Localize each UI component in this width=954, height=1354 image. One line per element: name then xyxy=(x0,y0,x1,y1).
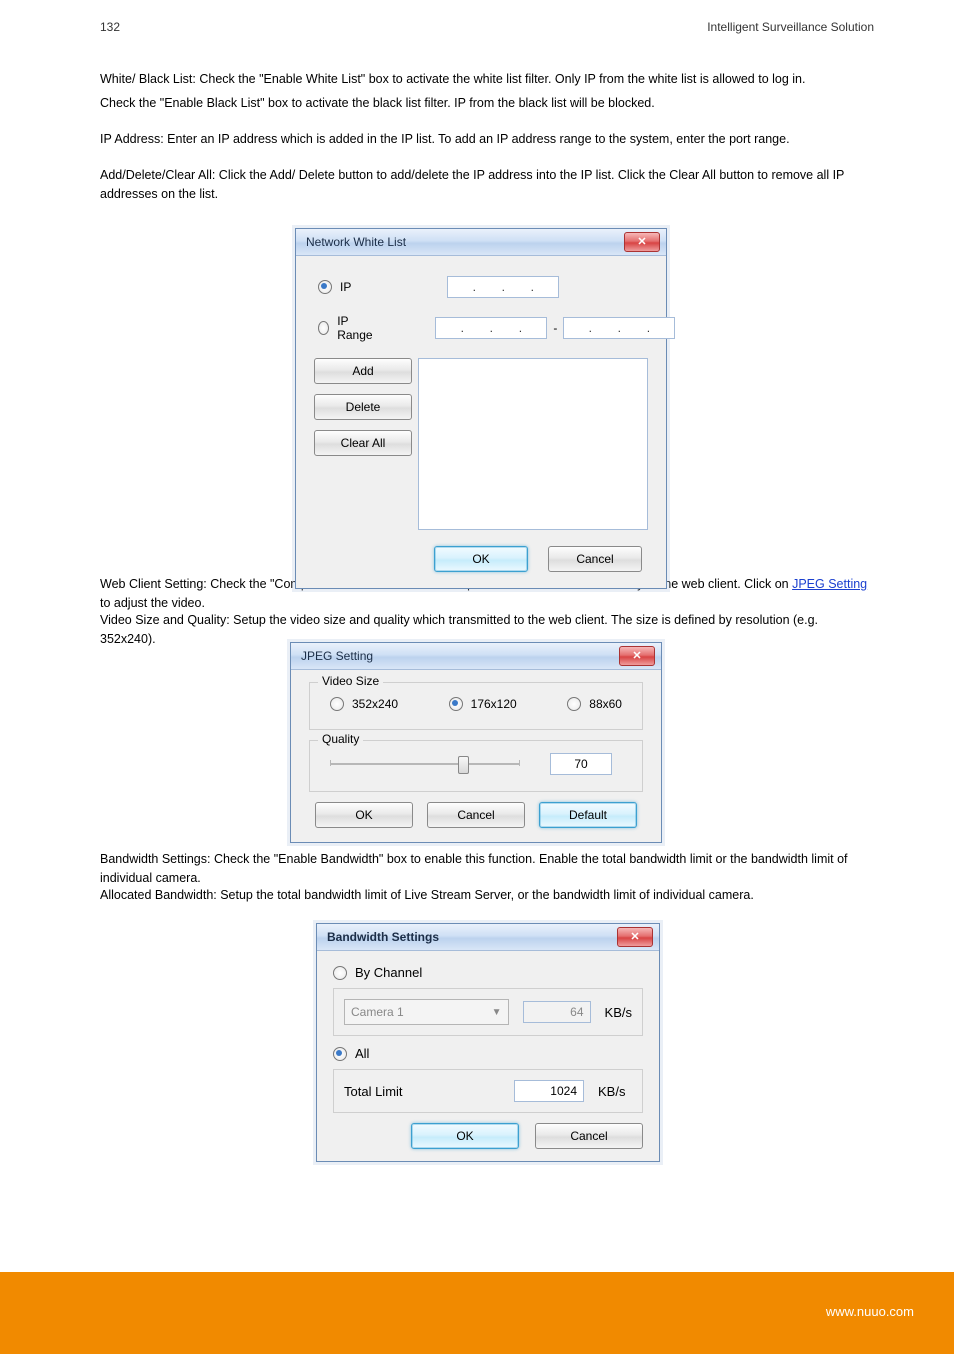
paragraph: White/ Black List: Check the "Enable Whi… xyxy=(100,70,874,89)
radio-icon xyxy=(330,697,344,711)
paragraph: Add/Delete/Clear All: Click the Add/ Del… xyxy=(100,166,874,204)
page-number: 132 xyxy=(100,20,120,34)
radio-label: IP Range xyxy=(337,314,375,342)
ip-radio[interactable]: IP xyxy=(318,280,351,294)
paragraph: Bandwidth Settings: Check the "Enable Ba… xyxy=(100,850,874,888)
by-channel-group: Camera 1 ▼ 64 KB/s xyxy=(333,988,643,1036)
close-icon[interactable]: ✕ xyxy=(617,927,653,947)
paragraph: Check the "Enable Black List" box to act… xyxy=(100,94,874,113)
by-channel-radio[interactable]: By Channel xyxy=(333,965,643,980)
close-icon[interactable]: ✕ xyxy=(624,232,660,252)
camera-select-value: Camera 1 xyxy=(351,1005,404,1019)
unit-label: KB/s xyxy=(598,1084,625,1099)
titlebar[interactable]: Network White List ✕ xyxy=(296,229,666,256)
size-352x240-radio[interactable]: 352x240 xyxy=(330,697,398,711)
paragraph-text: to adjust the video. xyxy=(100,596,205,610)
cancel-button[interactable]: Cancel xyxy=(548,546,642,572)
ok-button[interactable]: OK xyxy=(411,1123,519,1149)
default-button[interactable]: Default xyxy=(539,802,637,828)
all-radio[interactable]: All xyxy=(333,1046,643,1061)
radio-icon xyxy=(318,280,332,294)
bandwidth-settings-dialog: Bandwidth Settings ✕ By Channel Camera 1… xyxy=(316,923,660,1162)
ip-range-to-input[interactable]: ... xyxy=(563,317,675,339)
all-group: Total Limit 1024 KB/s xyxy=(333,1069,643,1113)
unit-label: KB/s xyxy=(605,1005,632,1020)
page-header: 132 Intelligent Surveillance Solution xyxy=(100,20,874,34)
radio-label: 88x60 xyxy=(589,697,622,711)
paragraph: IP Address: Enter an IP address which is… xyxy=(100,130,874,149)
channel-bandwidth-input[interactable]: 64 xyxy=(523,1001,591,1023)
total-limit-label: Total Limit xyxy=(344,1084,500,1099)
radio-label: All xyxy=(355,1046,369,1061)
network-white-list-dialog: Network White List ✕ IP . . . IP Range xyxy=(295,228,667,589)
total-bandwidth-input[interactable]: 1024 xyxy=(514,1080,584,1102)
video-size-group: Video Size 352x240 176x120 88x60 xyxy=(309,682,643,730)
jpeg-setting-link[interactable]: JPEG Setting xyxy=(792,577,867,591)
group-label: Quality xyxy=(318,732,363,746)
clear-all-button[interactable]: Clear All xyxy=(314,430,412,456)
quality-slider[interactable] xyxy=(330,753,520,775)
dialog-title: Bandwidth Settings xyxy=(327,930,439,944)
add-button[interactable]: Add xyxy=(314,358,412,384)
dialog-title: JPEG Setting xyxy=(301,649,373,663)
range-dash: - xyxy=(553,321,557,335)
camera-select[interactable]: Camera 1 ▼ xyxy=(344,999,509,1025)
doc-title: Intelligent Surveillance Solution xyxy=(707,20,874,34)
dialog-title: Network White List xyxy=(306,235,406,249)
jpeg-setting-dialog: JPEG Setting ✕ Video Size 352x240 176x12… xyxy=(290,642,662,843)
ip-range-radio[interactable]: IP Range xyxy=(318,314,375,342)
titlebar[interactable]: JPEG Setting ✕ xyxy=(291,643,661,670)
radio-label: 176x120 xyxy=(471,697,517,711)
radio-icon xyxy=(449,697,463,711)
size-88x60-radio[interactable]: 88x60 xyxy=(567,697,622,711)
chevron-down-icon: ▼ xyxy=(492,1007,502,1018)
paragraph: Allocated Bandwidth: Setup the total ban… xyxy=(100,886,874,905)
quality-value-input[interactable]: 70 xyxy=(550,753,612,775)
cancel-button[interactable]: Cancel xyxy=(427,802,525,828)
radio-icon xyxy=(567,697,581,711)
ip-listbox[interactable] xyxy=(418,358,648,530)
size-176x120-radio[interactable]: 176x120 xyxy=(449,697,517,711)
ok-button[interactable]: OK xyxy=(434,546,528,572)
quality-group: Quality 70 xyxy=(309,740,643,792)
radio-label: 352x240 xyxy=(352,697,398,711)
radio-label: By Channel xyxy=(355,965,422,980)
cancel-button[interactable]: Cancel xyxy=(535,1123,643,1149)
slider-thumb-icon[interactable] xyxy=(458,756,469,774)
radio-label: IP xyxy=(340,280,351,294)
group-label: Video Size xyxy=(318,674,383,688)
radio-icon xyxy=(333,966,347,980)
radio-icon xyxy=(333,1047,347,1061)
close-icon[interactable]: ✕ xyxy=(619,646,655,666)
titlebar[interactable]: Bandwidth Settings ✕ xyxy=(317,924,659,951)
ip-range-from-input[interactable]: ... xyxy=(435,317,547,339)
footer-url: www.nuuo.com xyxy=(826,1304,914,1319)
ok-button[interactable]: OK xyxy=(315,802,413,828)
radio-icon xyxy=(318,321,329,335)
page-footer: www.nuuo.com xyxy=(0,1272,954,1354)
delete-button[interactable]: Delete xyxy=(314,394,412,420)
ip-input[interactable]: . . . xyxy=(447,276,559,298)
